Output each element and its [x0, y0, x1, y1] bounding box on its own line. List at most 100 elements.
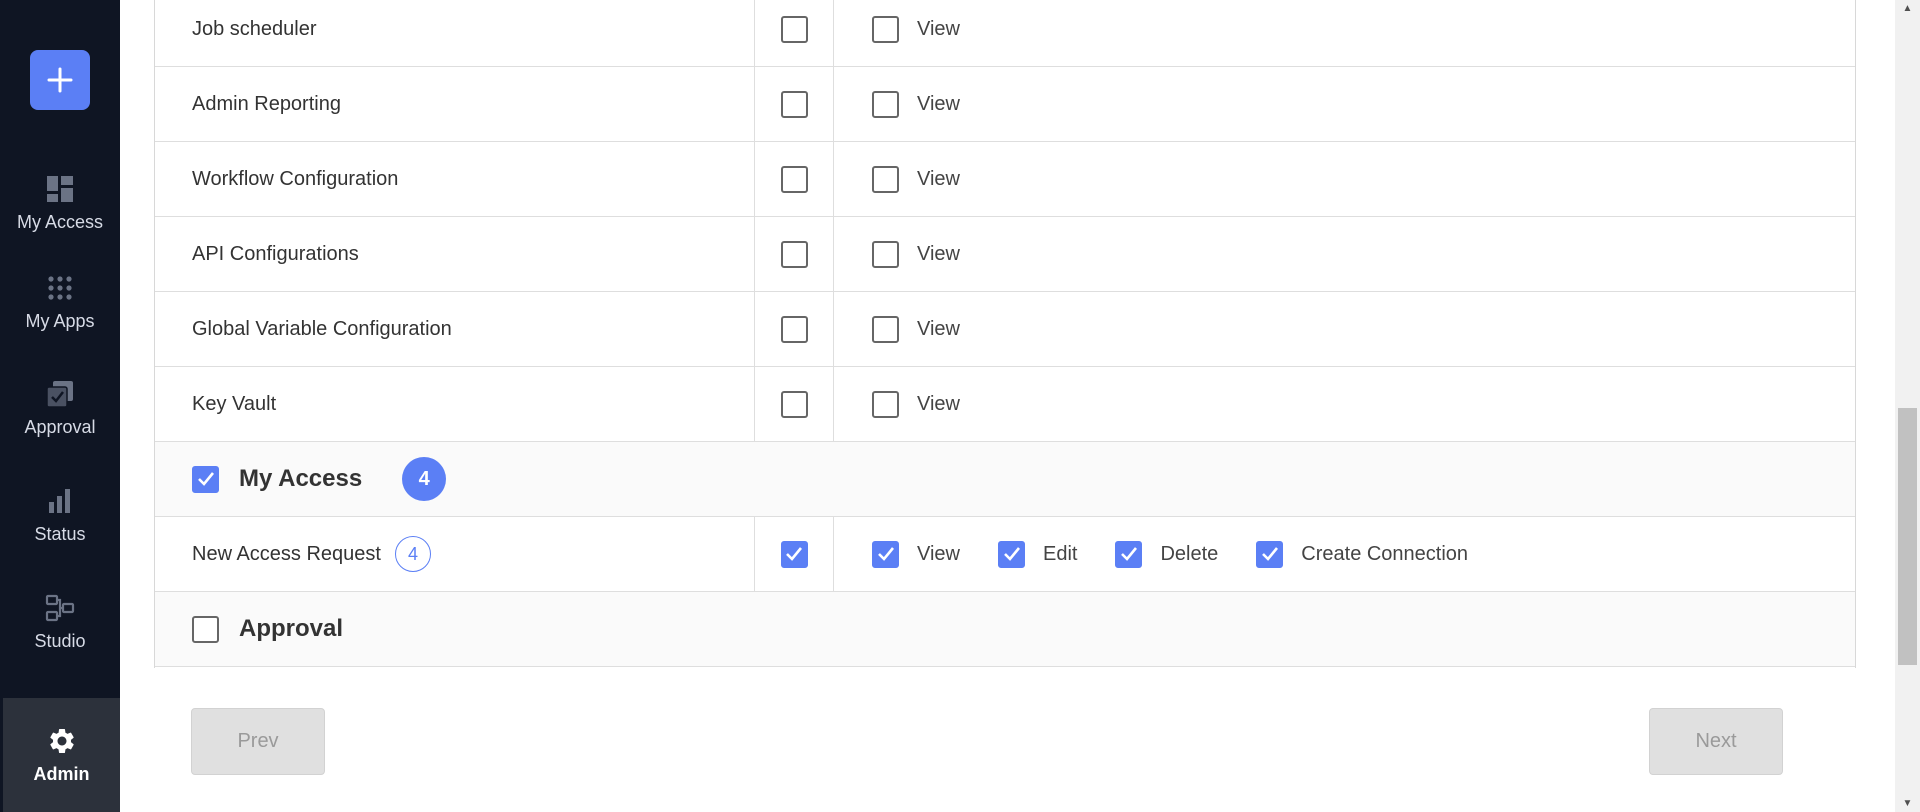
select-all-cell: [755, 367, 834, 441]
section-title: My Access: [239, 465, 363, 492]
view-permission[interactable]: View: [872, 390, 960, 418]
checkmark-icon: [877, 547, 894, 561]
view-permission[interactable]: View: [872, 240, 960, 268]
table-row: API Configurations View: [155, 217, 1855, 292]
section-header: My Access 4: [192, 442, 447, 516]
sidebar-item-label: Approval: [24, 416, 96, 437]
permission-name-cell: New Access Request 4: [155, 517, 755, 591]
select-all-checkbox[interactable]: [780, 90, 808, 118]
sidebar-item-status[interactable]: Status: [0, 470, 120, 560]
view-permission[interactable]: View: [872, 15, 960, 43]
checkmark-icon: [786, 547, 803, 561]
permissions-table: Job scheduler View Admin Reporting View …: [154, 0, 1856, 668]
table-row: Workflow Configuration View: [155, 142, 1855, 217]
view-checkbox[interactable]: [872, 240, 899, 268]
main-content: Job scheduler View Admin Reporting View …: [120, 0, 1895, 812]
studio-icon: [45, 593, 75, 623]
permission-name: Admin Reporting: [155, 67, 755, 141]
sidebar-item-admin[interactable]: Admin: [3, 698, 120, 812]
permissions-cell: View: [834, 367, 1855, 441]
permission-name: Workflow Configuration: [155, 142, 755, 216]
table-row: Global Variable Configuration View: [155, 292, 1855, 367]
view-permission[interactable]: View: [872, 90, 960, 118]
permission-label: View: [917, 17, 960, 40]
table-row: Job scheduler View: [155, 0, 1855, 67]
select-all-checkbox[interactable]: [780, 540, 808, 568]
view-permission[interactable]: View: [872, 315, 960, 343]
table-row: Key Vault View: [155, 367, 1855, 442]
sidebar-item-label: Status: [34, 523, 86, 544]
view-checkbox[interactable]: [872, 15, 899, 43]
vertical-scrollbar[interactable]: ▲ ▼: [1895, 0, 1920, 812]
sidebar-item-my-apps[interactable]: My Apps: [0, 257, 120, 347]
checkmark-icon: [1121, 547, 1137, 561]
section-checkbox[interactable]: [192, 465, 219, 493]
view-checkbox[interactable]: [872, 90, 899, 118]
permission-name: API Configurations: [155, 217, 755, 291]
select-all-cell: [755, 517, 834, 591]
view-checkbox[interactable]: [872, 165, 899, 193]
checkmark-icon: [1261, 547, 1278, 561]
permission-label: View: [917, 317, 960, 340]
view-checkbox[interactable]: [872, 315, 899, 343]
select-all-checkbox[interactable]: [780, 15, 808, 43]
sidebar-item-label: Admin: [33, 763, 90, 784]
scroll-thumb[interactable]: [1898, 408, 1917, 665]
next-button[interactable]: Next: [1649, 708, 1783, 775]
count-badge: 4: [402, 457, 447, 501]
permission-label: Create Connection: [1301, 542, 1469, 565]
select-all-cell: [755, 217, 834, 291]
gear-icon: [47, 726, 77, 756]
sidebar: My Access My Apps Approval Status Studio…: [0, 0, 120, 812]
permissions-cell: View: [834, 67, 1855, 141]
permissions-cell: View: [834, 142, 1855, 216]
create-connection-checkbox[interactable]: [1256, 540, 1284, 568]
view-permission[interactable]: View: [872, 165, 960, 193]
prev-button[interactable]: Prev: [191, 708, 325, 775]
section-checkbox[interactable]: [192, 615, 219, 643]
permission-name: Job scheduler: [155, 0, 755, 66]
select-all-cell: [755, 67, 834, 141]
sidebar-item-label: My Apps: [25, 310, 95, 331]
checkmark-icon: [197, 472, 214, 486]
sidebar-item-studio[interactable]: Studio: [0, 577, 120, 667]
permission-name: New Access Request: [192, 542, 381, 565]
count-badge: 4: [394, 536, 431, 572]
apps-grid-icon: [45, 273, 75, 303]
select-all-checkbox[interactable]: [780, 315, 808, 343]
scroll-up-arrow-icon[interactable]: ▲: [1895, 0, 1920, 17]
sidebar-item-approval[interactable]: Approval: [0, 363, 120, 453]
view-permission[interactable]: View: [872, 540, 960, 568]
permissions-cell: View: [834, 292, 1855, 366]
select-all-cell: [755, 0, 834, 66]
permission-label: View: [917, 392, 960, 415]
permissions-cell: View: [834, 0, 1855, 66]
permission-label: View: [917, 167, 960, 190]
sidebar-item-my-access[interactable]: My Access: [0, 158, 120, 248]
view-checkbox[interactable]: [872, 390, 899, 418]
checkmark-icon: [1003, 547, 1020, 561]
permissions-cell: View: [834, 217, 1855, 291]
edit-permission[interactable]: Edit: [998, 540, 1078, 568]
permission-label: Edit: [1043, 542, 1078, 565]
dashboard-icon: [45, 174, 75, 204]
approval-icon: [45, 379, 75, 409]
select-all-checkbox[interactable]: [780, 240, 808, 268]
sidebar-item-label: My Access: [16, 211, 104, 232]
select-all-checkbox[interactable]: [780, 165, 808, 193]
add-button[interactable]: [30, 50, 90, 110]
delete-permission[interactable]: Delete: [1115, 540, 1218, 568]
table-row: Admin Reporting View: [155, 67, 1855, 142]
scroll-down-arrow-icon[interactable]: ▼: [1895, 795, 1920, 812]
permission-name: Global Variable Configuration: [155, 292, 755, 366]
table-row: New Access Request 4 View Edit Delete Cr…: [155, 517, 1855, 592]
section-title: Approval: [239, 615, 344, 642]
select-all-checkbox[interactable]: [780, 390, 808, 418]
view-checkbox[interactable]: [872, 540, 899, 568]
edit-checkbox[interactable]: [998, 540, 1025, 568]
plus-icon: [47, 67, 73, 93]
permission-label: View: [917, 92, 960, 115]
delete-checkbox[interactable]: [1115, 540, 1143, 568]
bar-chart-icon: [45, 486, 75, 516]
create-connection-permission[interactable]: Create Connection: [1256, 540, 1469, 568]
